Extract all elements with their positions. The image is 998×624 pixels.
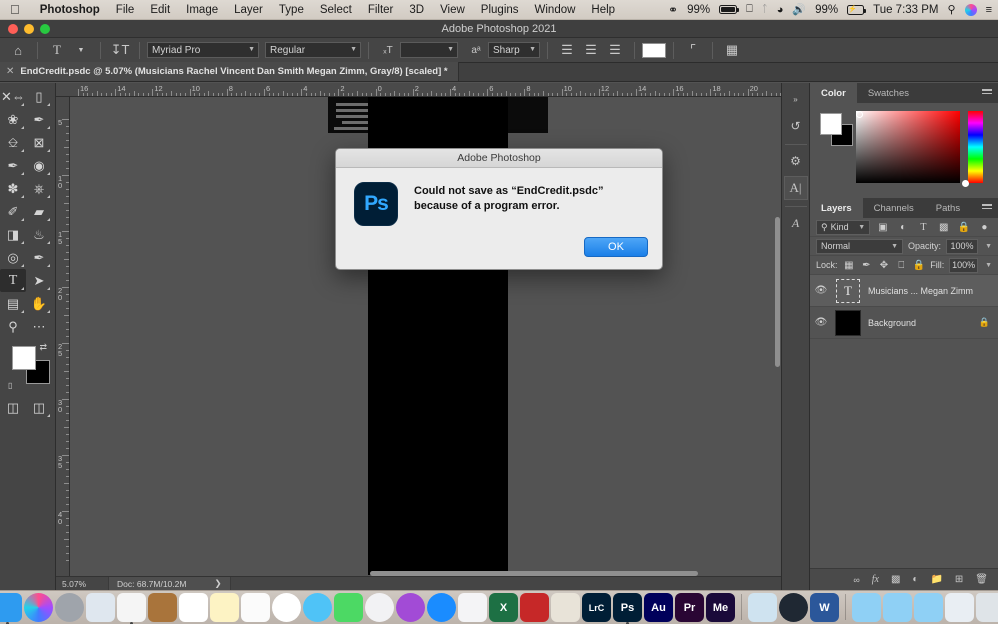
photoshop-window: Adobe Photoshop 2021 ⌂ T ▼ ↧T Myriad Pro… xyxy=(0,20,998,590)
calculator-icon[interactable] xyxy=(551,593,580,622)
premiere-pro-icon[interactable]: Pr xyxy=(675,593,704,622)
menu-image[interactable]: Image xyxy=(178,4,226,16)
siri-icon[interactable] xyxy=(24,593,53,622)
dialog-message-line-1: Could not save as “EndCredit.psdc” xyxy=(414,185,604,197)
menu-file[interactable]: File xyxy=(108,4,143,16)
podcasts-icon[interactable] xyxy=(396,593,425,622)
trash-icon[interactable] xyxy=(976,593,998,622)
app-store-icon[interactable] xyxy=(427,593,456,622)
itunes-icon[interactable] xyxy=(365,593,394,622)
photoshop-icon: Ps xyxy=(354,182,398,226)
charging-battery-icon[interactable]: ⚡ xyxy=(847,4,867,15)
airplay-icon[interactable]: ⎕ xyxy=(746,3,753,16)
menu-help[interactable]: Help xyxy=(583,4,623,16)
preview-app-icon[interactable] xyxy=(748,593,777,622)
photoshop-icon[interactable]: Ps xyxy=(613,593,642,624)
media-encoder-icon[interactable]: Me xyxy=(706,593,735,622)
lightroom-classic-icon[interactable]: LrC xyxy=(582,593,611,622)
wifi-icon[interactable]: ◕ xyxy=(777,4,784,16)
search-icon[interactable]: ⚲ xyxy=(948,3,956,16)
documents-folder-icon[interactable] xyxy=(883,593,912,622)
dialog-message-line-2: because of a program error. xyxy=(414,199,560,212)
photos-icon[interactable] xyxy=(272,593,301,622)
launchpad-icon[interactable] xyxy=(55,593,84,622)
menu-filter[interactable]: Filter xyxy=(360,4,402,16)
dialog-message: Could not save as “EndCredit.psdc” becau… xyxy=(414,182,603,226)
menu-3d[interactable]: 3D xyxy=(401,4,432,16)
game-controller-icon[interactable] xyxy=(520,593,549,622)
menu-app-name[interactable]: Photoshop xyxy=(32,4,108,16)
imovie-icon[interactable] xyxy=(458,593,487,622)
downloads-folder-icon[interactable] xyxy=(914,593,943,622)
error-dialog: Adobe Photoshop Ps Could not save as “En… xyxy=(335,148,663,270)
modal-overlay: Adobe Photoshop Ps Could not save as “En… xyxy=(0,20,998,590)
dialog-title: Adobe Photoshop xyxy=(336,149,662,168)
finder-icon[interactable] xyxy=(0,593,22,624)
applications-folder-icon[interactable] xyxy=(852,593,881,622)
notes-icon[interactable] xyxy=(210,593,239,622)
preview-icon[interactable] xyxy=(86,593,115,622)
menu-layer[interactable]: Layer xyxy=(226,4,271,16)
apple-menu-icon[interactable]:  xyxy=(10,3,20,16)
siri-icon[interactable] xyxy=(964,3,977,16)
menu-edit[interactable]: Edit xyxy=(142,4,178,16)
battery-percent-2-label: 99% xyxy=(815,3,839,16)
dock-separator xyxy=(845,594,846,620)
macos-menu-bar:  Photoshop File Edit Image Layer Type S… xyxy=(0,0,998,20)
volume-icon[interactable]: 🔊 xyxy=(792,3,806,16)
menu-type[interactable]: Type xyxy=(271,4,312,16)
menu-select[interactable]: Select xyxy=(312,4,360,16)
creative-cloud-icon[interactable]: ⚭ xyxy=(668,3,678,17)
excel-icon[interactable]: X xyxy=(489,593,518,622)
bluetooth-icon[interactable]: ᛏ xyxy=(762,4,768,15)
ok-button[interactable]: OK xyxy=(584,237,648,257)
menu-plugins[interactable]: Plugins xyxy=(473,4,527,16)
messages-icon[interactable] xyxy=(303,593,332,622)
recent-stack-icon[interactable] xyxy=(945,593,974,622)
dialog-body: Ps Could not save as “EndCredit.psdc” be… xyxy=(336,168,662,226)
dock-separator xyxy=(741,594,742,620)
word-icon[interactable]: W xyxy=(810,593,839,622)
dock: 22 X LrC Ps Au Pr Me W xyxy=(0,590,998,624)
control-center-icon[interactable]: ≡ xyxy=(986,4,992,16)
menu-bar-clock[interactable]: Tue 7:33 PM xyxy=(873,4,938,16)
calendar-icon[interactable]: 22 xyxy=(179,593,208,622)
contacts-icon[interactable] xyxy=(148,593,177,622)
menu-window[interactable]: Window xyxy=(527,4,584,16)
facetime-icon[interactable] xyxy=(334,593,363,622)
quicktime-icon[interactable] xyxy=(779,593,808,622)
battery-icon[interactable] xyxy=(719,5,740,14)
menu-view[interactable]: View xyxy=(432,4,473,16)
chrome-icon[interactable] xyxy=(117,593,146,624)
audition-icon[interactable]: Au xyxy=(644,593,673,622)
reminders-icon[interactable] xyxy=(241,593,270,622)
battery-percent-label: 99% xyxy=(687,3,711,16)
